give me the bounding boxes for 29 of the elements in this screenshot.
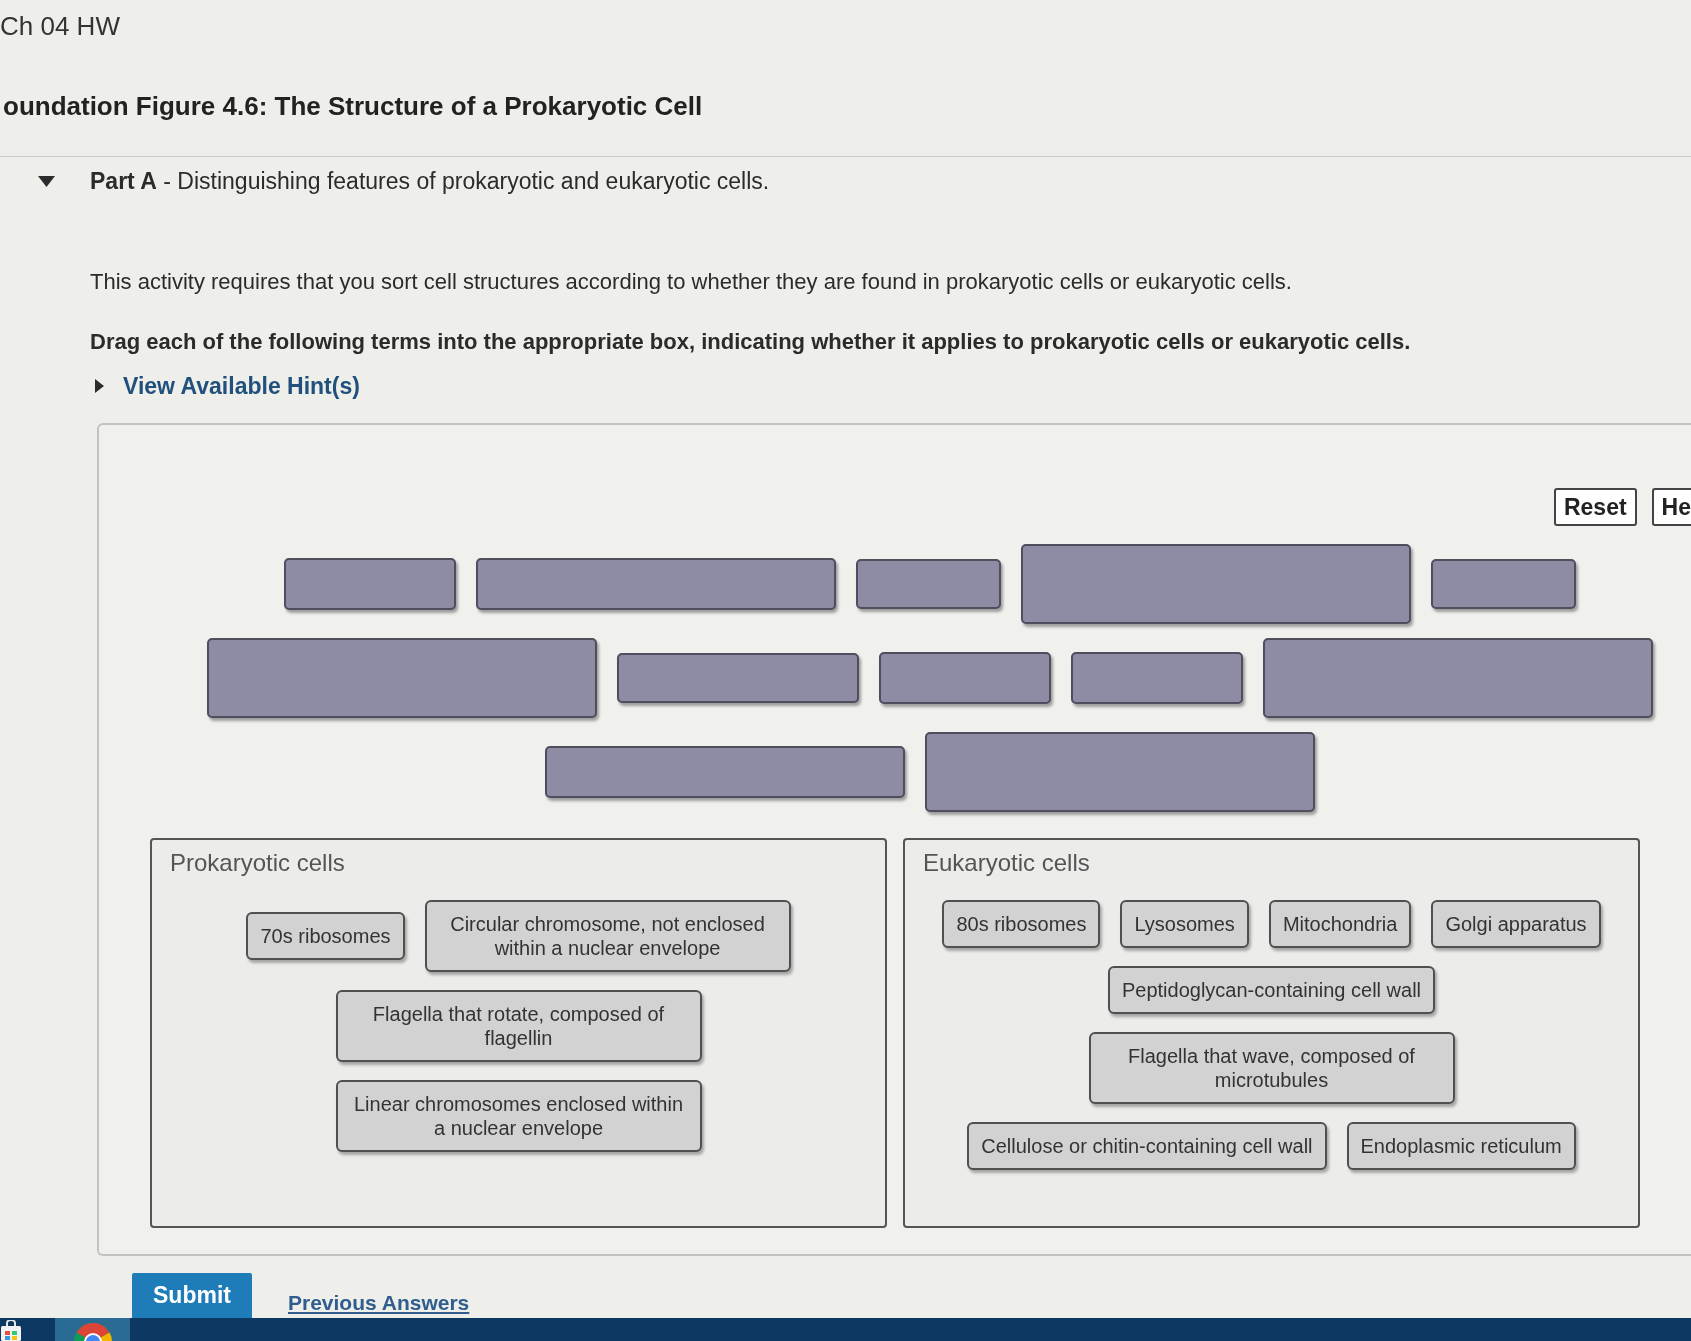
instruction-text: This activity requires that you sort cell structures according to whether they are found in prokaryotic cells or eukaryotic cells. [90,268,1292,296]
draggable-term[interactable]: Lysosomes [1120,900,1249,948]
draggable-term[interactable]: Cellulose or chitin-containing cell wall [967,1122,1327,1170]
bin-title: Prokaryotic cells [170,848,345,878]
app-logo-icon [72,1321,113,1341]
taskbar-button[interactable] [0,1318,22,1341]
caret-down-icon[interactable] [38,175,55,187]
breadcrumb-title: Ch 04 HW [0,10,120,42]
caret-right-icon[interactable] [95,379,104,393]
draggable-term[interactable]: Flagella that wave, composed of microtubules [1088,1032,1455,1104]
previous-answers-link[interactable]: Previous Answers [288,1290,470,1316]
instruction-text: Drag each of the following terms into the appropriate box, indicating whether it applies to prokaryotic cells or eukaryotic cells. [90,328,1411,356]
draggable-term[interactable]: 80s ribosomes [942,900,1101,948]
bin-title: Eukaryotic cells [923,848,1090,878]
bag-icon [0,1320,22,1341]
draggable-term[interactable]: 70s ribosomes [246,912,405,960]
part-heading: Part A - Distinguishing features of prokaryotic and eukaryotic cells. [90,167,770,196]
draggable-term[interactable]: Circular chromosome, not enclosed within a nuclear envelope [424,900,791,972]
draggable-term[interactable]: Golgi apparatus [1431,900,1601,948]
page-title: oundation Figure 4.6: The Structure of a Prokaryotic Cell [2,90,703,123]
draggable-term[interactable]: Flagella that rotate, composed of flagellin [335,990,702,1062]
draggable-term[interactable]: Peptidoglycan-containing cell wall [1107,966,1436,1014]
submit-button[interactable]: Submit [132,1273,252,1318]
help-button[interactable]: He [1651,488,1691,526]
hints-link[interactable]: View Available Hint(s) [95,371,360,401]
draggable-term[interactable]: Linear chromosomes enclosed within a nuclear envelope [335,1080,702,1152]
draggable-term[interactable]: Mitochondria [1268,900,1412,948]
draggable-term[interactable]: Endoplasmic reticulum [1346,1122,1576,1170]
reset-button[interactable]: Reset [1553,488,1637,526]
